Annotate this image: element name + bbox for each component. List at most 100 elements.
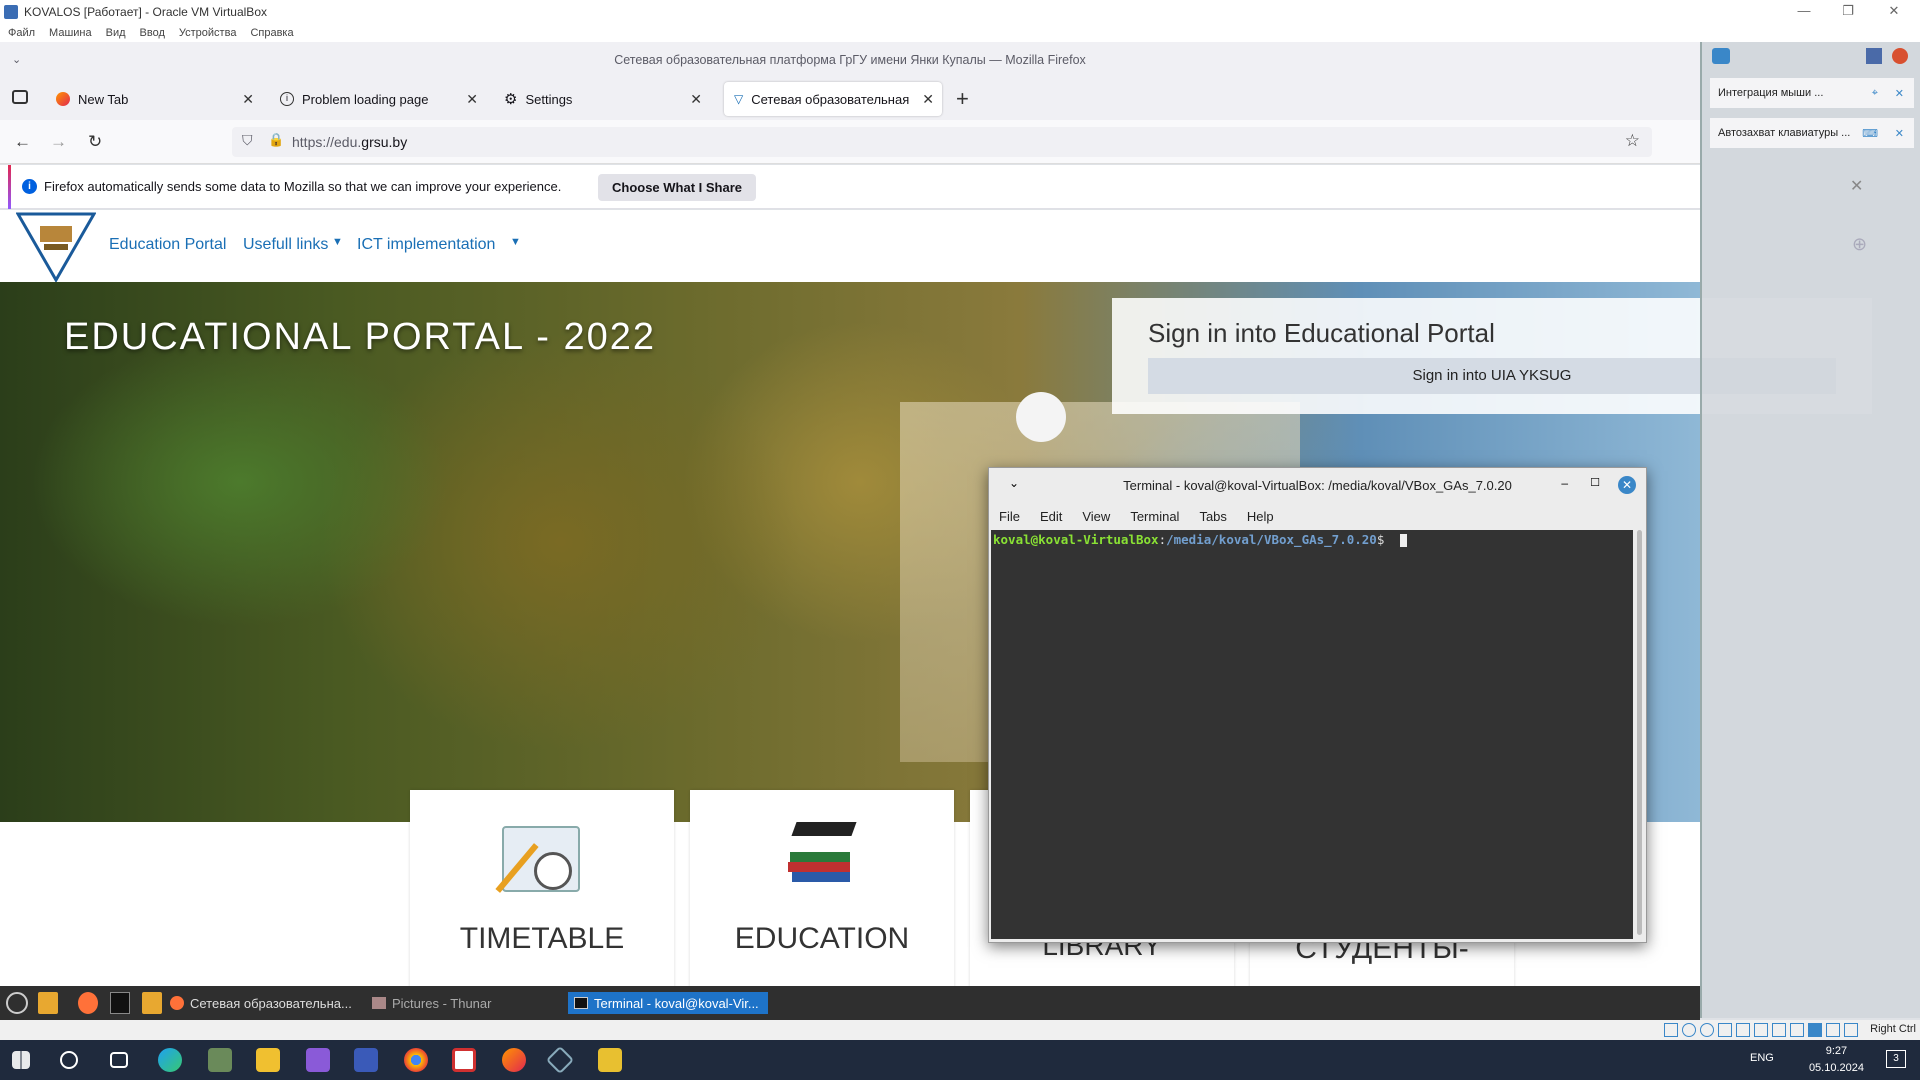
terminal-icon[interactable] xyxy=(110,992,130,1014)
taskbar-firefox-window[interactable]: Сетевая образовательна... xyxy=(170,992,352,1014)
panel-icon[interactable] xyxy=(1866,48,1882,64)
menu-help[interactable]: Справка xyxy=(250,27,293,39)
mouse-icon[interactable] xyxy=(1826,1023,1840,1037)
minimize-icon[interactable]: — xyxy=(1784,0,1824,24)
folder-icon[interactable] xyxy=(142,992,162,1014)
scrollbar[interactable] xyxy=(1637,530,1642,935)
cpu-icon[interactable] xyxy=(1808,1023,1822,1037)
close-icon[interactable]: ✕ xyxy=(1874,0,1914,24)
menu-machine[interactable]: Машина xyxy=(49,27,92,39)
taskbar-terminal-window[interactable]: Terminal - koval@koval-Vir... xyxy=(568,992,768,1014)
mouse-integration-item[interactable]: Интеграция мыши ... ⌖ ✕ xyxy=(1710,78,1914,108)
keyboard-capture-item[interactable]: Автозахват клавиатуры ... ⌨ ✕ xyxy=(1710,118,1914,148)
tab-grsu[interactable]: ▽ Сетевая образовательная ✕ xyxy=(724,82,942,116)
card-timetable[interactable]: TIMETABLE xyxy=(410,790,674,990)
file-explorer-icon[interactable] xyxy=(256,1048,280,1072)
menu-terminal[interactable]: Terminal xyxy=(1130,509,1179,524)
shared-folder-icon[interactable] xyxy=(1754,1023,1768,1037)
save-disk-icon[interactable] xyxy=(354,1048,378,1072)
firefox-icon[interactable] xyxy=(78,992,98,1014)
tab-new-tab[interactable]: New Tab ✕ xyxy=(46,82,262,116)
minimize-icon[interactable]: – xyxy=(1561,476,1568,490)
forward-arrow-icon[interactable]: → xyxy=(50,132,67,152)
tab-settings[interactable]: ⚙ Settings ✕ xyxy=(494,82,710,116)
close-tab-icon[interactable]: ✕ xyxy=(690,91,702,108)
bookmark-star-icon[interactable]: ☆ xyxy=(1625,131,1640,151)
clock[interactable]: 9:27 05.10.2024 xyxy=(1809,1043,1864,1077)
tab-label: Problem loading page xyxy=(302,91,429,107)
chevron-down-icon[interactable]: ⌄ xyxy=(12,42,21,78)
nav-education-portal[interactable]: Education Portal xyxy=(109,236,226,254)
nav-usefull-links[interactable]: Usefull links xyxy=(243,236,328,254)
windows-start-icon[interactable] xyxy=(12,1051,30,1069)
close-tab-icon[interactable]: ✕ xyxy=(466,91,478,108)
app-icon[interactable] xyxy=(452,1048,476,1072)
notification-center-icon[interactable]: 3 xyxy=(1886,1050,1906,1068)
new-tab-button[interactable]: + xyxy=(956,86,969,112)
menu-input[interactable]: Ввод xyxy=(140,27,165,39)
app-icon[interactable] xyxy=(208,1048,232,1072)
close-icon[interactable]: ✕ xyxy=(1850,176,1863,196)
shield-icon[interactable]: ⛉ xyxy=(242,132,253,149)
terminal-window[interactable]: ⌄ Terminal - koval@koval-VirtualBox: /me… xyxy=(988,467,1647,943)
settings-icon[interactable] xyxy=(1892,48,1908,64)
menu-help[interactable]: Help xyxy=(1247,509,1274,524)
caret-down-icon[interactable]: ▼ xyxy=(510,236,521,248)
chrome-icon[interactable] xyxy=(404,1048,428,1072)
language-indicator[interactable]: ENG xyxy=(1750,1052,1774,1064)
menu-view[interactable]: View xyxy=(1082,509,1110,524)
task-view-icon[interactable] xyxy=(110,1052,128,1068)
url-prefix: https://edu. xyxy=(292,134,362,150)
choose-what-i-share-button[interactable]: Choose What I Share xyxy=(598,174,756,201)
reload-icon[interactable]: ↻ xyxy=(88,132,102,152)
folder-icon[interactable] xyxy=(38,992,58,1014)
menu-devices[interactable]: Устройства xyxy=(179,27,237,39)
app-icon[interactable] xyxy=(598,1048,622,1072)
edge-icon[interactable] xyxy=(158,1048,182,1072)
display-icon[interactable] xyxy=(1772,1023,1786,1037)
host-taskbar: ENG 9:27 05.10.2024 3 xyxy=(0,1040,1920,1080)
taskbar-thunar-window[interactable]: Pictures - Thunar xyxy=(372,992,491,1014)
notification-icon[interactable] xyxy=(1712,48,1730,64)
close-tab-icon[interactable]: ✕ xyxy=(922,91,934,108)
firefox-icon xyxy=(170,996,184,1010)
hdd-icon[interactable] xyxy=(1664,1023,1678,1037)
menu-edit[interactable]: Edit xyxy=(1040,509,1062,524)
nav-ict-implementation[interactable]: ICT implementation xyxy=(357,236,495,254)
terminal-menubar: File Edit View Terminal Tabs Help xyxy=(989,504,1646,528)
hero-title: EDUCATIONAL PORTAL - 2022 xyxy=(64,316,657,358)
menu-view[interactable]: Вид xyxy=(106,27,126,39)
menu-tabs[interactable]: Tabs xyxy=(1199,509,1226,524)
tab-problem-loading[interactable]: i Problem loading page ✕ xyxy=(270,82,486,116)
virtualbox-icon[interactable] xyxy=(545,1045,575,1075)
close-tab-icon[interactable]: ✕ xyxy=(242,91,254,108)
keyboard-icon[interactable] xyxy=(1844,1023,1858,1037)
optical-drive-icon[interactable] xyxy=(1682,1023,1696,1037)
usb-icon[interactable] xyxy=(1736,1023,1750,1037)
card-education[interactable]: EDUCATION xyxy=(690,790,954,990)
firefox-icon[interactable] xyxy=(502,1048,526,1072)
audio-icon[interactable] xyxy=(1700,1023,1714,1037)
terminal-cursor xyxy=(1399,534,1407,547)
close-icon[interactable]: ✕ xyxy=(1618,476,1636,494)
menu-file[interactable]: File xyxy=(999,509,1020,524)
university-logo[interactable] xyxy=(16,212,96,282)
caret-down-icon[interactable]: ▼ xyxy=(332,236,343,248)
url-bar[interactable]: ⛉ 🔒 https://edu. grsu.by ☆ xyxy=(232,127,1652,157)
close-icon[interactable]: ✕ xyxy=(1895,87,1904,100)
search-icon[interactable] xyxy=(60,1051,78,1069)
menu-file[interactable]: Файл xyxy=(8,27,35,39)
close-icon[interactable]: ✕ xyxy=(1895,127,1904,140)
menu-icon[interactable] xyxy=(6,992,28,1014)
info-icon: i xyxy=(280,92,294,106)
recording-icon[interactable] xyxy=(1790,1023,1804,1037)
terminal-output[interactable]: koval@koval-VirtualBox:/media/koval/VBox… xyxy=(991,530,1633,939)
lock-icon[interactable]: 🔒 xyxy=(268,132,284,148)
maximize-icon[interactable]: ☐ xyxy=(1590,476,1600,489)
firefox-view-icon[interactable] xyxy=(12,90,28,104)
network-icon[interactable] xyxy=(1718,1023,1732,1037)
restore-icon[interactable]: ❐ xyxy=(1828,0,1868,24)
keyboard-icon: ⌨ xyxy=(1862,127,1878,140)
visual-studio-icon[interactable] xyxy=(306,1048,330,1072)
back-arrow-icon[interactable]: ← xyxy=(14,132,31,152)
